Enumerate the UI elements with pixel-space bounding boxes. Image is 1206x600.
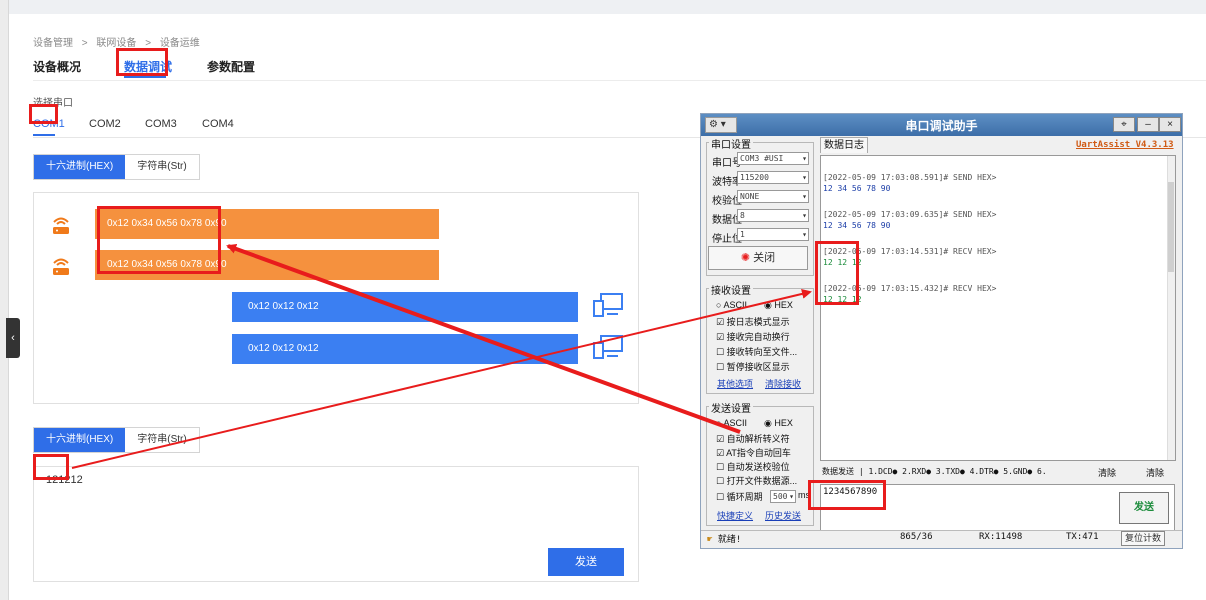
annotation-arrow (226, 244, 741, 434)
annotation-arrow (71, 288, 812, 469)
annotation-arrows (71, 244, 812, 469)
